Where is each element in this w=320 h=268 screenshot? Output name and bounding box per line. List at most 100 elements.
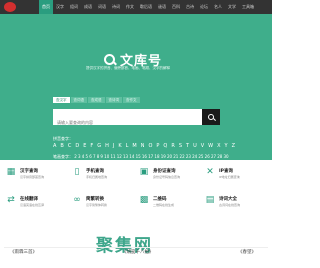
poem-link[interactable]: 《胡笳十八拍》 (122, 249, 154, 255)
poem-link[interactable]: 《春望》 (238, 249, 256, 255)
stroke-number-link[interactable]: 21 (173, 154, 178, 159)
nav-item-wenxue[interactable]: 文学 (225, 0, 239, 14)
stroke-number-link[interactable]: 6 (89, 154, 92, 159)
tool-card-translate[interactable]: ⇄ 在线翻译 汉语英语在线互译 (6, 193, 66, 215)
pinyin-letters: ABCDEFGHJKLMNOPQRSTUVWXYZ (53, 143, 239, 149)
tool-card-idcard[interactable]: ▣ 身份证查询 身份证号码信息查询 (139, 165, 199, 187)
phone-icon: ▯ (74, 167, 80, 177)
search-box (53, 109, 202, 131)
nav-item-shici[interactable]: 诗词 (109, 0, 123, 14)
stroke-number-link[interactable]: 20 (167, 154, 172, 159)
stroke-number-link[interactable]: 2 (74, 154, 77, 159)
stroke-number-link[interactable]: 28 (217, 154, 222, 159)
tool-card-convert[interactable]: ∞ 简繁转换 汉字简繁体转换 (72, 193, 132, 215)
stroke-number-link[interactable]: 25 (198, 154, 203, 159)
pinyin-letter-link[interactable]: M (132, 143, 138, 149)
stroke-number-link[interactable]: 26 (205, 154, 210, 159)
nav-item-xiehouyu[interactable]: 歇后语 (137, 0, 155, 14)
pinyin-letter-link[interactable]: O (148, 143, 153, 149)
stroke-number-link[interactable]: 10 (104, 154, 109, 159)
pinyin-letter-link[interactable]: Q (163, 143, 168, 149)
nav-item-baike[interactable]: 百科 (169, 0, 183, 14)
tool-card-phone[interactable]: ▯ 手机查询 手机归属地查询 (72, 165, 132, 187)
nav-item-chengyu[interactable]: 成语 (81, 0, 95, 14)
tool-title: 二维码 (153, 197, 167, 202)
nav-item-zuci[interactable]: 组词 (67, 0, 81, 14)
pinyin-letter-link[interactable]: K (118, 143, 123, 149)
pinyin-letter-link[interactable]: W (208, 143, 214, 149)
nav-item-gushi[interactable]: 古诗 (183, 0, 197, 14)
tool-card-hanzi[interactable]: ▦ 汉字查询 汉字拼音部首查询 (6, 165, 66, 187)
stroke-number-link[interactable]: 27 (211, 154, 216, 159)
stroke-number-link[interactable]: 17 (148, 154, 153, 159)
nav-item-tools[interactable]: 工具箱 (239, 0, 257, 14)
hero-section: 文库号 提供汉字的拼音、偏旁部首、笔画、笔顺、汉字的解释 查汉字 查词语 查成语… (0, 14, 272, 160)
nav-item-hanzi[interactable]: 汉字 (53, 0, 67, 14)
stroke-number-link[interactable]: 19 (161, 154, 166, 159)
pinyin-letter-link[interactable]: D (75, 143, 80, 149)
tab-ciyu[interactable]: 查词语 (70, 97, 87, 103)
tool-card-qrcode[interactable]: ▩ 二维码 二维码在线生成 (139, 193, 199, 215)
stroke-number-link[interactable]: 11 (110, 154, 115, 159)
stroke-number-link[interactable]: 3 (78, 154, 81, 159)
tool-card-poetry[interactable]: ▤ 诗词大全 古诗词在线查询 (205, 193, 265, 215)
document-icon: ▤ (205, 195, 215, 205)
stroke-number-link[interactable]: 30 (224, 154, 229, 159)
stroke-number-link[interactable]: 4 (82, 154, 85, 159)
stroke-number-link[interactable]: 15 (136, 154, 141, 159)
stroke-number-link[interactable]: 24 (192, 154, 197, 159)
stroke-number-link[interactable]: 14 (129, 154, 134, 159)
nav-item-ciyu[interactable]: 词语 (95, 0, 109, 14)
pinyin-letter-link[interactable]: L (126, 143, 130, 149)
pinyin-letter-link[interactable]: P (156, 143, 160, 149)
stroke-number-link[interactable]: 7 (93, 154, 96, 159)
tab-chengyu[interactable]: 查成语 (88, 97, 105, 103)
nav-item-zuowen[interactable]: 作文 (123, 0, 137, 14)
tools-icon: ✕ (206, 167, 214, 177)
search-input[interactable] (53, 114, 202, 131)
stroke-number-link[interactable]: 23 (186, 154, 191, 159)
pinyin-letter-link[interactable]: F (90, 143, 94, 149)
tool-title: 诗词大全 (219, 197, 237, 202)
pinyin-letter-link[interactable]: V (201, 143, 206, 149)
stroke-number-link[interactable]: 16 (142, 154, 147, 159)
tool-card-ip[interactable]: ✕ IP查询 IP地址归属查询 (205, 165, 265, 187)
tool-desc: IP地址归属查询 (219, 175, 240, 179)
tool-title: 在线翻译 (20, 197, 38, 202)
pinyin-letter-link[interactable]: R (171, 143, 176, 149)
stroke-number-link[interactable]: 18 (154, 154, 159, 159)
pinyin-letter-link[interactable]: Z (232, 143, 237, 149)
pinyin-letter-link[interactable]: Y (225, 143, 229, 149)
stroke-number-link[interactable]: 8 (97, 154, 100, 159)
nav-item-home[interactable]: 首页 (39, 0, 53, 14)
pinyin-letter-link[interactable]: G (97, 143, 102, 149)
poem-link[interactable]: 《雨霖三首》 (10, 249, 37, 255)
stroke-number-link[interactable]: 5 (85, 154, 88, 159)
pinyin-letter-link[interactable]: T (186, 143, 190, 149)
pinyin-letter-link[interactable]: S (179, 143, 184, 149)
pinyin-letter-link[interactable]: B (60, 143, 65, 149)
tool-desc: 身份证号码信息查询 (153, 175, 181, 179)
site-logo[interactable] (4, 2, 16, 12)
stroke-number-link[interactable]: 22 (180, 154, 185, 159)
pinyin-letter-link[interactable]: U (193, 143, 198, 149)
tab-hanzi[interactable]: 查汉字 (53, 97, 70, 103)
pinyin-letter-link[interactable]: X (217, 143, 222, 149)
search-button[interactable] (202, 109, 220, 125)
stroke-number-link[interactable]: 9 (100, 154, 103, 159)
stroke-number-link[interactable]: 12 (117, 154, 122, 159)
tab-shici[interactable]: 查诗词 (105, 97, 122, 103)
tool-title: 简繁转换 (86, 197, 104, 202)
link-icon: ∞ (73, 195, 81, 205)
nav-item-miyu[interactable]: 谜语 (155, 0, 169, 14)
pinyin-letter-link[interactable]: H (105, 143, 110, 149)
tab-zuowen[interactable]: 查作文 (123, 97, 140, 103)
pinyin-letter-link[interactable]: J (113, 143, 116, 149)
pinyin-letter-link[interactable]: A (53, 143, 58, 149)
pinyin-letter-link[interactable]: N (141, 143, 146, 149)
pinyin-letter-link[interactable]: E (83, 143, 88, 149)
stroke-number-link[interactable]: 13 (123, 154, 128, 159)
pinyin-letter-link[interactable]: C (68, 143, 73, 149)
nav-item-luntan[interactable]: 论坛 (197, 0, 211, 14)
nav-item-mingren[interactable]: 名人 (211, 0, 225, 14)
